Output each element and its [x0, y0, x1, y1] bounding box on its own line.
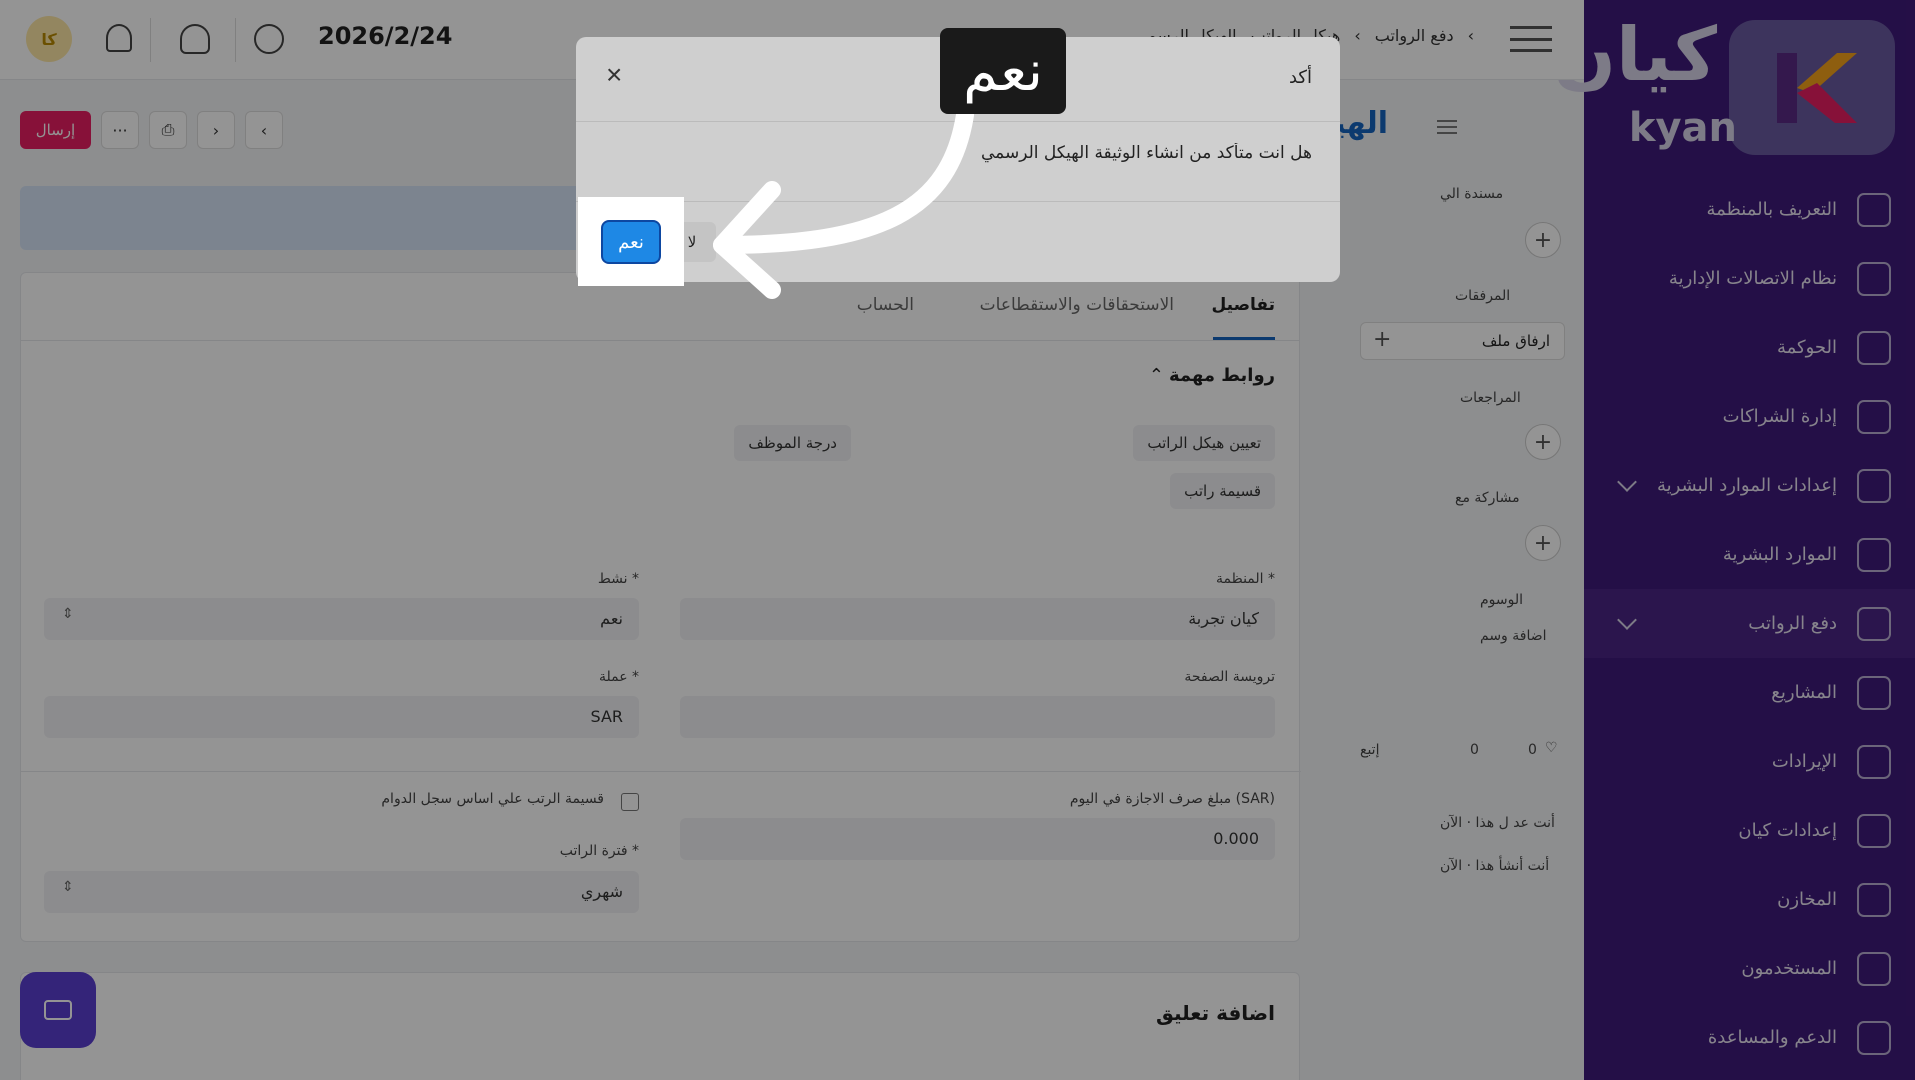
tutorial-callout: نعم — [940, 28, 1066, 114]
tutorial-arrow-icon — [713, 106, 974, 299]
